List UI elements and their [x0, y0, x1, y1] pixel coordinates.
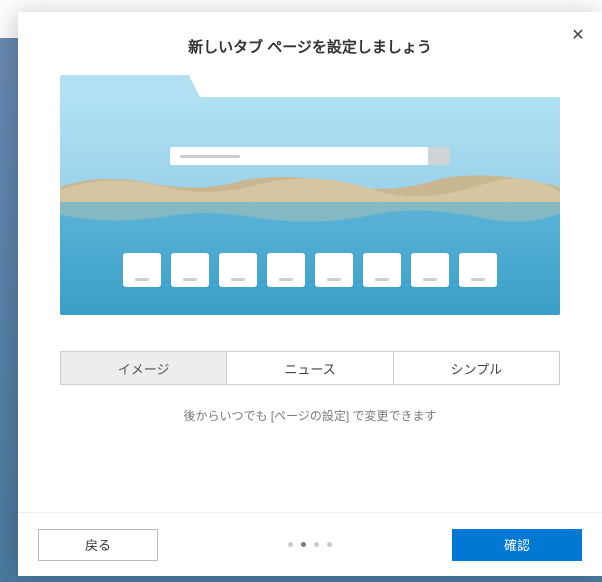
- preview-tile: [459, 253, 497, 287]
- pager-dot[interactable]: [288, 542, 293, 547]
- help-text: 後からいつでも [ページの設定] で変更できます: [18, 407, 602, 424]
- close-icon: ✕: [571, 27, 584, 44]
- browser-frame: [60, 75, 560, 315]
- preview-scene: [60, 97, 560, 315]
- preview-tile: [267, 253, 305, 287]
- newtab-preview: [60, 75, 560, 315]
- dialog-title: 新しいタブ ページを設定しましょう: [18, 12, 602, 75]
- preview-searchbar: [170, 147, 450, 165]
- preview-tiles-row: [123, 253, 497, 287]
- preview-tile: [363, 253, 401, 287]
- preview-tile: [219, 253, 257, 287]
- pager-dots: [288, 542, 332, 547]
- confirm-button[interactable]: 確認: [452, 529, 582, 561]
- pager-dot[interactable]: [327, 542, 332, 547]
- segment-simple[interactable]: シンプル: [393, 351, 560, 385]
- back-button[interactable]: 戻る: [38, 529, 158, 561]
- preview-tile: [123, 253, 161, 287]
- preview-container: [18, 75, 602, 315]
- preview-tabbar: [60, 75, 560, 97]
- dialog-footer: 戻る 確認: [18, 512, 602, 576]
- shore-reflection: [60, 202, 560, 227]
- preview-tile: [315, 253, 353, 287]
- preview-tile: [411, 253, 449, 287]
- preview-tab: [60, 75, 200, 97]
- segment-news[interactable]: ニュース: [226, 351, 393, 385]
- close-button[interactable]: ✕: [568, 26, 588, 46]
- preview-tile: [171, 253, 209, 287]
- setup-dialog: ✕ 新しいタブ ページを設定しましょう: [18, 12, 602, 576]
- segment-image[interactable]: イメージ: [60, 351, 227, 385]
- pager-dot[interactable]: [314, 542, 319, 547]
- layout-segment-control: イメージ ニュース シンプル: [60, 351, 560, 385]
- preview-search-button: [428, 147, 450, 165]
- preview-content: [60, 97, 560, 315]
- pager-dot[interactable]: [301, 542, 306, 547]
